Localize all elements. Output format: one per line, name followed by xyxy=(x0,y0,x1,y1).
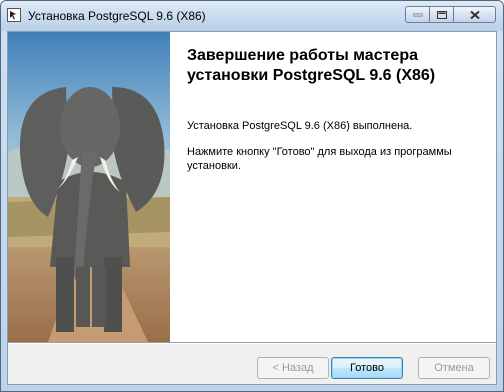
separator xyxy=(8,342,496,344)
instruction-message: Нажмите кнопку "Готово" для выхода из пр… xyxy=(187,146,452,172)
caption-buttons xyxy=(405,6,496,24)
close-icon xyxy=(469,10,480,19)
window-title: Установка PostgreSQL 9.6 (X86) xyxy=(28,9,206,23)
page-heading: Завершение работы мастера установки Post… xyxy=(187,47,436,84)
wizard-page: Завершение работы мастера установки Post… xyxy=(8,32,496,342)
cancel-button[interactable]: Отмена xyxy=(418,357,490,379)
maximize-button[interactable] xyxy=(429,6,454,23)
title-bar[interactable]: Установка PostgreSQL 9.6 (X86) xyxy=(1,1,503,31)
minimize-icon xyxy=(413,13,422,16)
completion-message: Установка PostgreSQL 9.6 (X86) выполнена… xyxy=(187,120,413,132)
close-button[interactable] xyxy=(453,6,496,23)
dialog-client: Завершение работы мастера установки Post… xyxy=(7,31,497,385)
maximize-icon xyxy=(436,10,447,19)
installer-window: Установка PostgreSQL 9.6 (X86) Завершени… xyxy=(0,0,504,392)
elephant-image xyxy=(8,32,170,342)
minimize-button[interactable] xyxy=(405,6,430,23)
finish-button[interactable]: Готово xyxy=(331,357,403,379)
installer-icon xyxy=(7,8,21,22)
back-button[interactable]: < Назад xyxy=(257,357,329,379)
